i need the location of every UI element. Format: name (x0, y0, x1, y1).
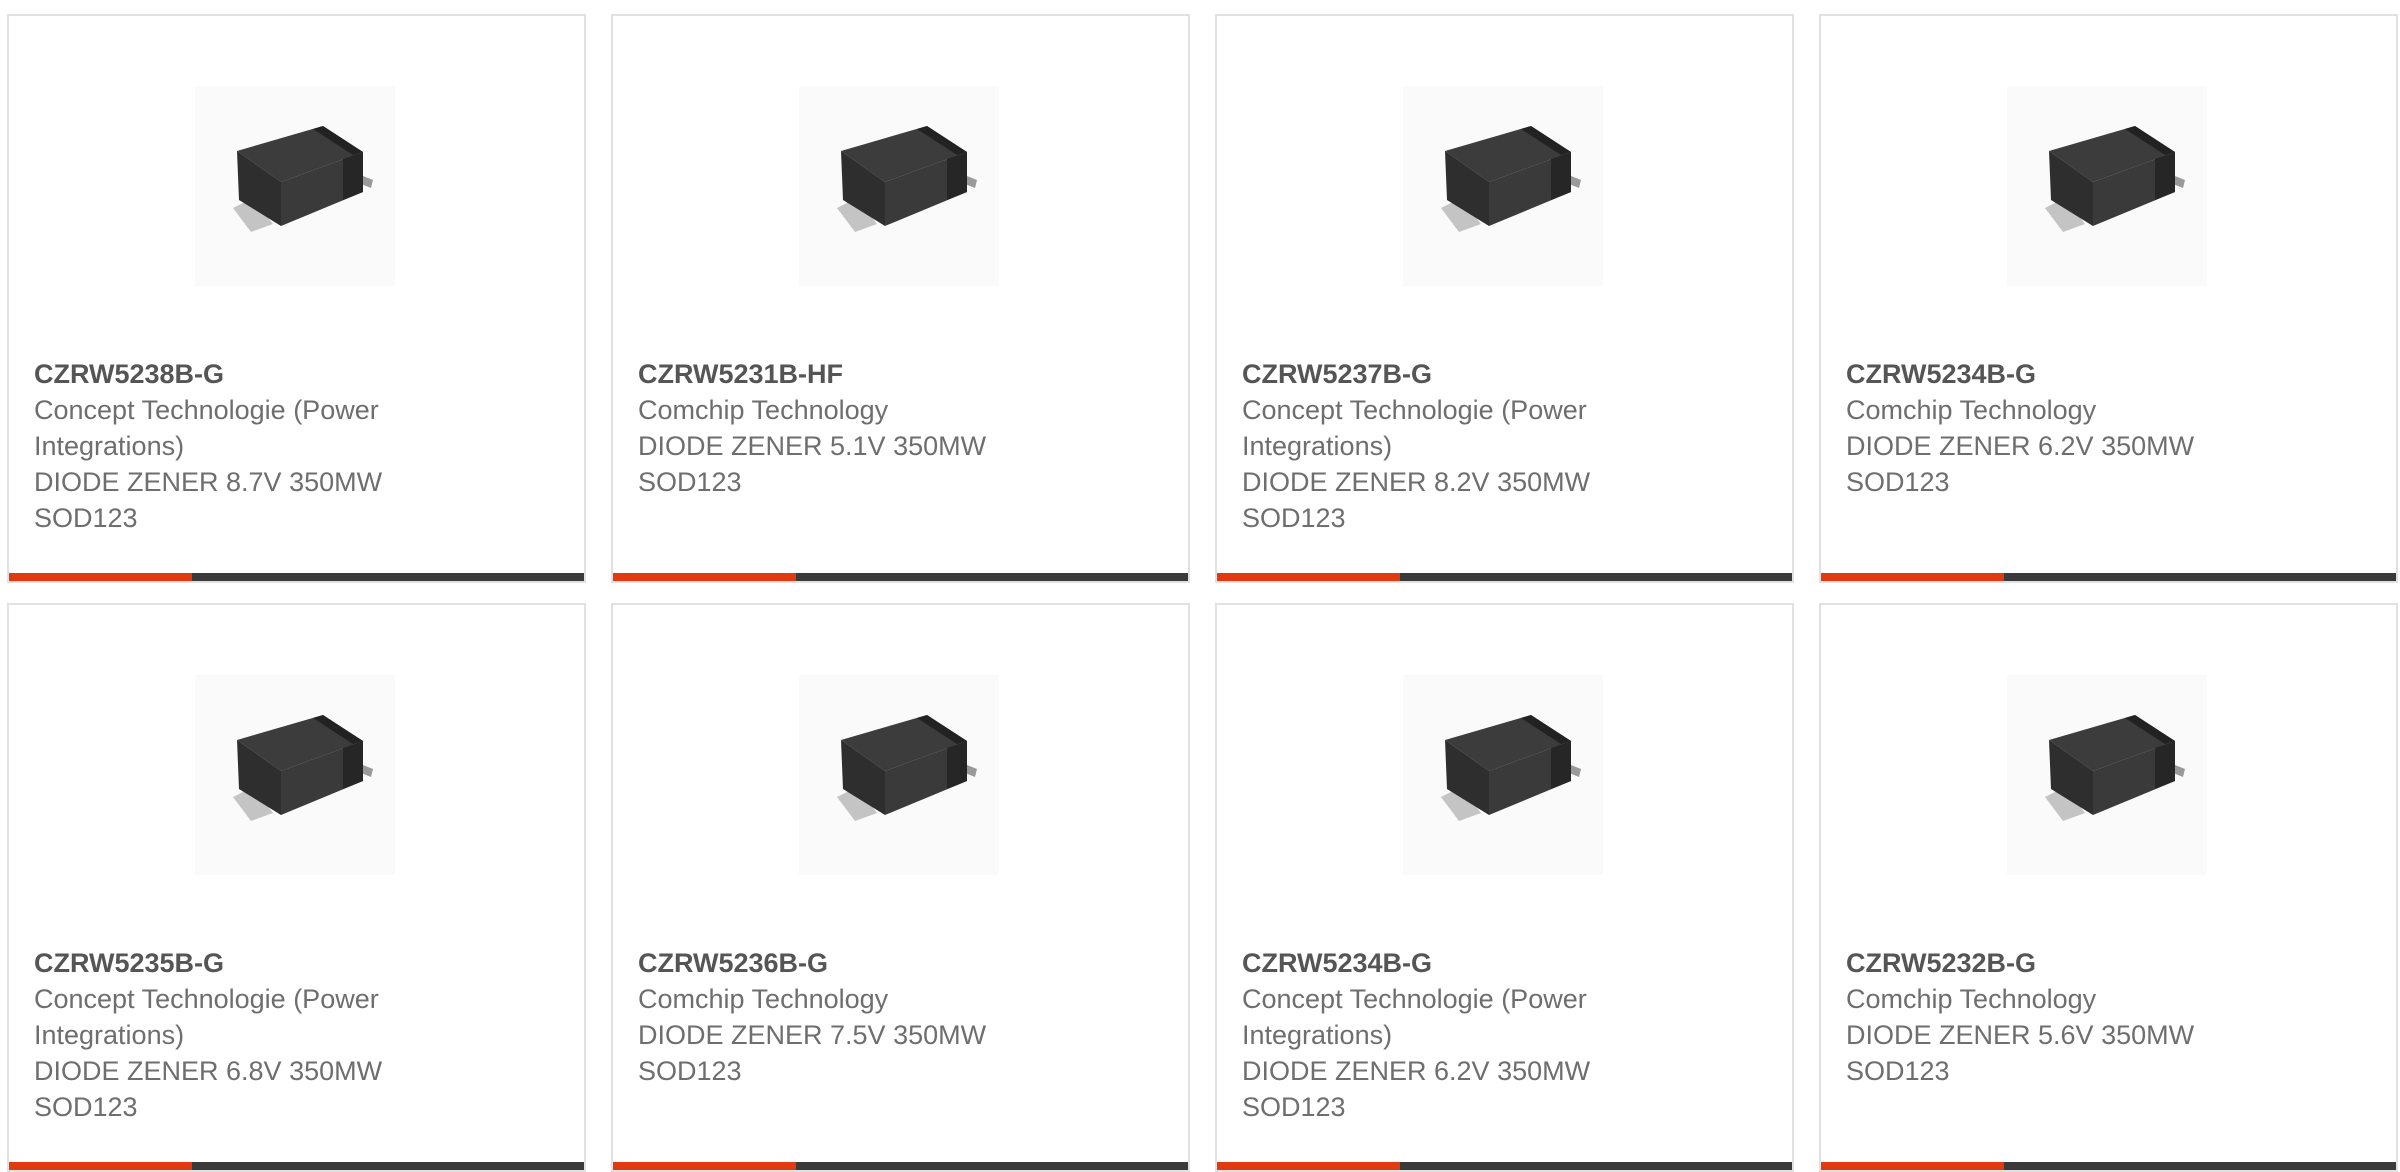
card-accent (1821, 573, 2004, 581)
card-footer-bar (1821, 1162, 2396, 1170)
product-image[interactable] (1403, 86, 1603, 286)
sod123-package-icon (2007, 675, 2207, 875)
card-footer-bar (613, 573, 1188, 581)
sod123-package-icon (1403, 86, 1603, 286)
card-footer-bar (1821, 573, 2396, 581)
description: DIODE ZENER 5.6V 350MW SOD123 (1846, 1020, 2195, 1086)
product-card[interactable]: CZRW5238B-G Concept Technologie (Power I… (7, 14, 586, 583)
description: DIODE ZENER 6.2V 350MW SOD123 (1846, 431, 2195, 497)
product-image[interactable] (195, 675, 395, 875)
product-grid: CZRW5238B-G Concept Technologie (Power I… (7, 14, 2398, 1172)
sod123-package-icon (195, 86, 395, 286)
card-footer-bar (9, 573, 584, 581)
description: DIODE ZENER 8.7V 350MW SOD123 (34, 467, 383, 533)
product-card[interactable]: CZRW5234B-G Comchip Technology DIODE ZEN… (1819, 14, 2398, 583)
description: DIODE ZENER 6.2V 350MW SOD123 (1242, 1056, 1591, 1122)
product-info: CZRW5238B-G Concept Technologie (Power I… (34, 356, 564, 536)
card-accent (9, 573, 192, 581)
card-accent (613, 1162, 796, 1170)
sod123-package-icon (1403, 675, 1603, 875)
product-card[interactable]: CZRW5231B-HF Comchip Technology DIODE ZE… (611, 14, 1190, 583)
product-info: CZRW5237B-G Concept Technologie (Power I… (1242, 356, 1772, 536)
manufacturer: Concept Technologie (Power Integrations) (1242, 984, 1587, 1050)
product-image[interactable] (1403, 675, 1603, 875)
product-info: CZRW5234B-G Comchip Technology DIODE ZEN… (1846, 356, 2376, 500)
description: DIODE ZENER 6.8V 350MW SOD123 (34, 1056, 383, 1122)
product-card[interactable]: CZRW5236B-G Comchip Technology DIODE ZEN… (611, 603, 1190, 1172)
product-info: CZRW5235B-G Concept Technologie (Power I… (34, 945, 564, 1125)
manufacturer: Concept Technologie (Power Integrations) (34, 395, 379, 461)
card-accent (9, 1162, 192, 1170)
part-number[interactable]: CZRW5238B-G (34, 356, 564, 392)
manufacturer: Comchip Technology (638, 984, 889, 1014)
product-card[interactable]: CZRW5232B-G Comchip Technology DIODE ZEN… (1819, 603, 2398, 1172)
product-info: CZRW5232B-G Comchip Technology DIODE ZEN… (1846, 945, 2376, 1089)
sod123-package-icon (195, 675, 395, 875)
card-footer-bar (9, 1162, 584, 1170)
part-number[interactable]: CZRW5232B-G (1846, 945, 2376, 981)
part-number[interactable]: CZRW5237B-G (1242, 356, 1772, 392)
manufacturer: Comchip Technology (638, 395, 889, 425)
product-card[interactable]: CZRW5234B-G Concept Technologie (Power I… (1215, 603, 1794, 1172)
manufacturer: Comchip Technology (1846, 395, 2097, 425)
product-image[interactable] (2007, 675, 2207, 875)
product-info: CZRW5234B-G Concept Technologie (Power I… (1242, 945, 1772, 1125)
description: DIODE ZENER 7.5V 350MW SOD123 (638, 1020, 987, 1086)
card-footer-bar (613, 1162, 1188, 1170)
product-image[interactable] (799, 675, 999, 875)
description: DIODE ZENER 8.2V 350MW SOD123 (1242, 467, 1591, 533)
manufacturer: Concept Technologie (Power Integrations) (1242, 395, 1587, 461)
card-accent (613, 573, 796, 581)
product-image[interactable] (799, 86, 999, 286)
manufacturer: Concept Technologie (Power Integrations) (34, 984, 379, 1050)
product-info: CZRW5236B-G Comchip Technology DIODE ZEN… (638, 945, 1168, 1089)
card-footer-bar (1217, 1162, 1792, 1170)
product-image[interactable] (195, 86, 395, 286)
sod123-package-icon (2007, 86, 2207, 286)
manufacturer: Comchip Technology (1846, 984, 2097, 1014)
card-accent (1217, 1162, 1400, 1170)
part-number[interactable]: CZRW5236B-G (638, 945, 1168, 981)
sod123-package-icon (799, 675, 999, 875)
product-card[interactable]: CZRW5237B-G Concept Technologie (Power I… (1215, 14, 1794, 583)
card-footer-bar (1217, 573, 1792, 581)
part-number[interactable]: CZRW5235B-G (34, 945, 564, 981)
part-number[interactable]: CZRW5234B-G (1242, 945, 1772, 981)
product-card[interactable]: CZRW5235B-G Concept Technologie (Power I… (7, 603, 586, 1172)
card-accent (1821, 1162, 2004, 1170)
sod123-package-icon (799, 86, 999, 286)
card-accent (1217, 573, 1400, 581)
part-number[interactable]: CZRW5234B-G (1846, 356, 2376, 392)
product-info: CZRW5231B-HF Comchip Technology DIODE ZE… (638, 356, 1168, 500)
part-number[interactable]: CZRW5231B-HF (638, 356, 1168, 392)
description: DIODE ZENER 5.1V 350MW SOD123 (638, 431, 987, 497)
product-image[interactable] (2007, 86, 2207, 286)
